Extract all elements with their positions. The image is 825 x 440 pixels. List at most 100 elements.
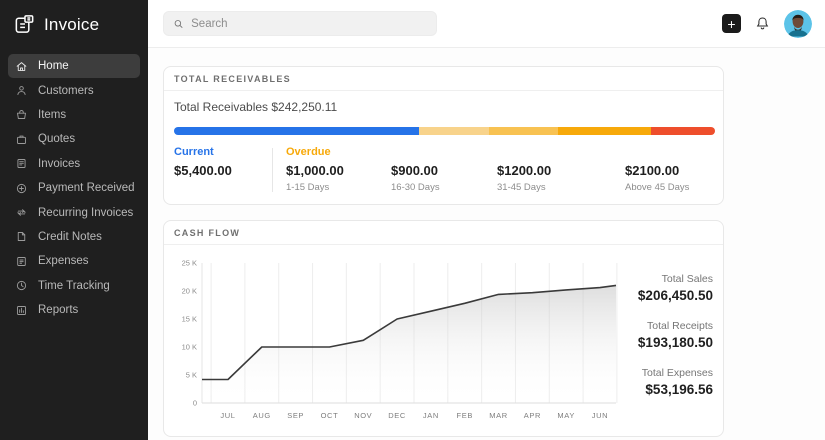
summary-value: $53,196.56 bbox=[618, 382, 713, 397]
items-icon bbox=[15, 108, 28, 121]
cash-flow-body: 05 K10 K15 K20 K25 KJULAUGSEPOCTNOVDECJA… bbox=[164, 245, 723, 436]
summary-total-sales: Total Sales $206,450.50 bbox=[618, 273, 713, 303]
aging-segment-overdue-1-15 bbox=[419, 127, 489, 135]
search-icon bbox=[173, 18, 184, 30]
invoices-icon bbox=[15, 157, 28, 170]
aging-heading: Overdue bbox=[286, 146, 331, 158]
svg-text:APR: APR bbox=[524, 411, 541, 420]
aging-segment-current bbox=[174, 127, 419, 135]
sidebar-item-reports[interactable]: Reports bbox=[8, 298, 140, 322]
topbar-actions: + bbox=[722, 10, 812, 38]
cash-flow-title: CASH FLOW bbox=[164, 221, 723, 245]
sidebar-item-expenses[interactable]: Expenses bbox=[8, 249, 140, 273]
app-title: Invoice bbox=[44, 15, 99, 35]
aging-period-label: Above 45 Days bbox=[625, 182, 689, 193]
expenses-icon bbox=[15, 255, 28, 268]
svg-text:JAN: JAN bbox=[423, 411, 439, 420]
notifications-button[interactable] bbox=[754, 15, 771, 32]
aging-period-label: 16-30 Days bbox=[391, 182, 440, 193]
sidebar-item-label: Customers bbox=[38, 85, 94, 97]
sidebar-item-label: Reports bbox=[38, 304, 78, 316]
aging-column-2: Overdue$1,000.001-15 Days bbox=[286, 146, 331, 158]
home-icon bbox=[15, 60, 28, 73]
sidebar-item-label: Home bbox=[38, 60, 69, 72]
credit-notes-icon bbox=[15, 230, 28, 243]
aging-amount: $2100.00 bbox=[625, 163, 679, 178]
sidebar-nav: Home Customers Items Quotes Invoices Payment … bbox=[0, 54, 148, 322]
user-avatar[interactable] bbox=[784, 10, 812, 38]
sidebar-item-credit-notes[interactable]: Credit Notes bbox=[8, 225, 140, 249]
aging-amount: $900.00 bbox=[391, 163, 438, 178]
sidebar-item-time-tracking[interactable]: Time Tracking bbox=[8, 274, 140, 298]
time-tracking-icon bbox=[15, 279, 28, 292]
sidebar-item-items[interactable]: Items bbox=[8, 103, 140, 127]
summary-label: Total Expenses bbox=[618, 367, 713, 379]
summary-total-expenses: Total Expenses $53,196.56 bbox=[618, 367, 713, 397]
app-logo: Invoice bbox=[0, 0, 148, 50]
customers-icon bbox=[15, 84, 28, 97]
sidebar-item-invoices[interactable]: Invoices bbox=[8, 152, 140, 176]
svg-text:25 K: 25 K bbox=[182, 259, 197, 268]
recurring-invoices-icon bbox=[15, 206, 28, 219]
app-window: Invoice Home Customers Items Quotes Invoices… bbox=[0, 0, 825, 440]
svg-text:FEB: FEB bbox=[457, 411, 473, 420]
sidebar-item-label: Items bbox=[38, 109, 66, 121]
reports-icon bbox=[15, 304, 28, 317]
sidebar-item-label: Quotes bbox=[38, 133, 75, 145]
sidebar-item-customers[interactable]: Customers bbox=[8, 78, 140, 102]
aging-amount: $1,000.00 bbox=[286, 163, 344, 178]
svg-text:JUL: JUL bbox=[220, 411, 235, 420]
aging-segment-overdue-16-30 bbox=[489, 127, 558, 135]
quotes-icon bbox=[15, 133, 28, 146]
svg-text:SEP: SEP bbox=[287, 411, 304, 420]
aging-column-1: Current$5,400.00 bbox=[174, 146, 214, 158]
payment-received-icon bbox=[15, 182, 28, 195]
cash-flow-card: CASH FLOW 05 K10 K15 K20 K25 KJULAUGSEPO… bbox=[163, 220, 724, 437]
cash-flow-chart-svg: 05 K10 K15 K20 K25 KJULAUGSEPOCTNOVDECJA… bbox=[174, 255, 618, 427]
sidebar-item-label: Time Tracking bbox=[38, 280, 110, 292]
topbar: + bbox=[148, 0, 825, 48]
summary-total-receipts: Total Receipts$193,180.50 bbox=[618, 320, 713, 350]
svg-text:DEC: DEC bbox=[388, 411, 406, 420]
cash-flow-summary: Total Sales $206,450.50 Total Receipts$193… bbox=[618, 255, 713, 432]
cash-flow-chart: 05 K10 K15 K20 K25 KJULAUGSEPOCTNOVDECJA… bbox=[174, 255, 618, 432]
summary-label: Total Sales bbox=[618, 273, 713, 285]
sidebar-item-label: Credit Notes bbox=[38, 231, 102, 243]
svg-text:MAR: MAR bbox=[489, 411, 507, 420]
sidebar-item-home[interactable]: Home bbox=[8, 54, 140, 78]
quick-add-button[interactable]: + bbox=[722, 14, 741, 33]
sidebar-item-payment-received[interactable]: Payment Received bbox=[8, 176, 140, 200]
summary-value: $206,450.50 bbox=[618, 288, 713, 303]
svg-text:OCT: OCT bbox=[321, 411, 339, 420]
svg-text:5 K: 5 K bbox=[186, 371, 197, 380]
sidebar-item-label: Recurring Invoices bbox=[38, 207, 133, 219]
svg-text:15 K: 15 K bbox=[182, 315, 197, 324]
main-area: + bbox=[148, 0, 825, 440]
aging-amount: $1200.00 bbox=[497, 163, 551, 178]
receivables-aging-stats: Current$5,400.00Overdue$1,000.001-15 Day… bbox=[174, 146, 715, 194]
total-receivables-card: TOTAL RECEIVABLES Total Receivables $242… bbox=[163, 66, 724, 205]
aging-period-label: 31-45 Days bbox=[497, 182, 546, 193]
svg-text:JUN: JUN bbox=[592, 411, 608, 420]
search-box[interactable] bbox=[163, 11, 437, 36]
total-receivables-amount: Total Receivables $242,250.11 bbox=[174, 100, 713, 114]
sidebar-item-label: Payment Received bbox=[38, 182, 135, 194]
sidebar-item-recurring-invoices[interactable]: Recurring Invoices bbox=[8, 200, 140, 224]
summary-label: Total Receipts bbox=[618, 320, 713, 332]
sidebar-item-label: Invoices bbox=[38, 158, 80, 170]
svg-text:MAY: MAY bbox=[557, 411, 575, 420]
total-receivables-title: TOTAL RECEIVABLES bbox=[164, 67, 723, 91]
svg-text:AUG: AUG bbox=[253, 411, 271, 420]
search-input[interactable] bbox=[191, 18, 427, 30]
total-receivables-body: Total Receivables $242,250.11 Current$5,… bbox=[164, 91, 723, 204]
bell-icon bbox=[754, 15, 771, 32]
aging-heading: Current bbox=[174, 146, 214, 158]
dashboard-content: TOTAL RECEIVABLES Total Receivables $242… bbox=[148, 48, 724, 440]
aging-amount: $5,400.00 bbox=[174, 163, 232, 178]
svg-text:20 K: 20 K bbox=[182, 287, 197, 296]
svg-text:NOV: NOV bbox=[354, 411, 372, 420]
sidebar: Invoice Home Customers Items Quotes Invoices… bbox=[0, 0, 148, 440]
svg-text:0: 0 bbox=[193, 399, 197, 408]
sidebar-item-quotes[interactable]: Quotes bbox=[8, 127, 140, 151]
avatar-image bbox=[784, 10, 812, 38]
